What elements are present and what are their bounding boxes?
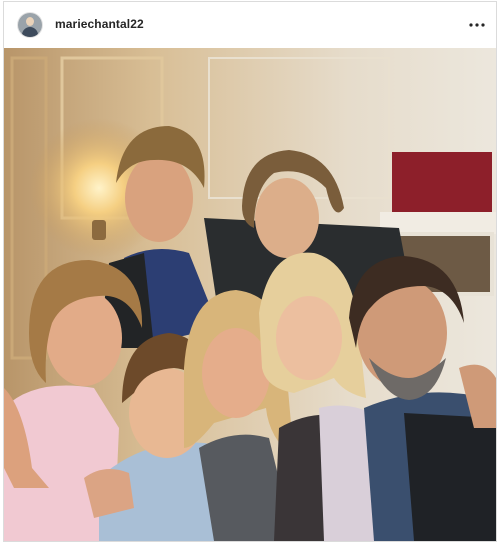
- username-link[interactable]: mariechantal22: [55, 17, 144, 31]
- avatar-body: [22, 27, 38, 37]
- more-options-button[interactable]: [464, 13, 490, 37]
- person-back-left-face: [125, 154, 193, 242]
- more-horizontal-icon: [469, 23, 485, 27]
- instagram-post: mariechantal22: [3, 1, 497, 542]
- person-right-woman-face: [276, 296, 342, 380]
- wall-sconce: [92, 220, 106, 240]
- person-back-right-face: [255, 178, 319, 258]
- post-photo[interactable]: [4, 48, 496, 541]
- family-photo-illustration: [4, 48, 496, 541]
- post-header: mariechantal22: [4, 2, 496, 48]
- red-box: [392, 152, 492, 214]
- person-middle-woman-face: [202, 328, 270, 418]
- avatar[interactable]: [18, 13, 42, 37]
- avatar-head: [26, 17, 34, 26]
- person-right-man-vest: [404, 413, 496, 541]
